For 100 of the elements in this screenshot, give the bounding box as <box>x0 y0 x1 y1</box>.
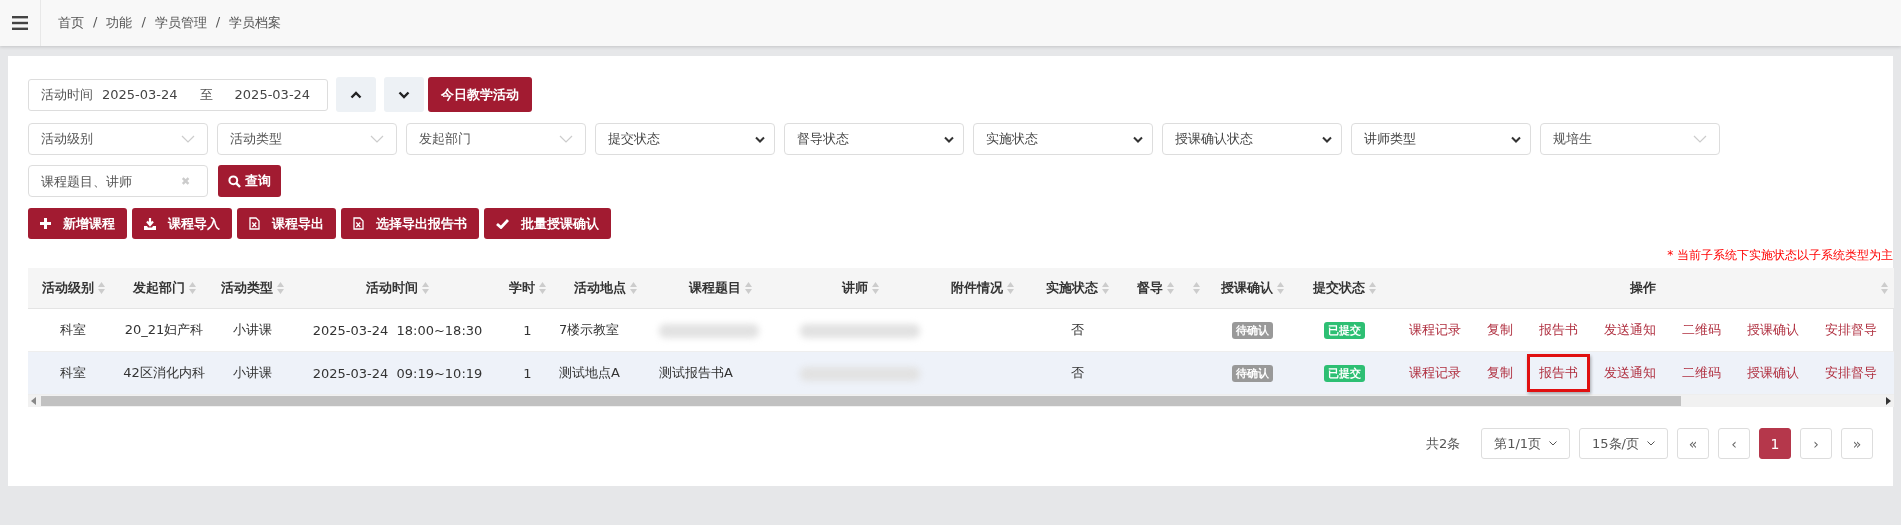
column-header[interactable]: 讲师 <box>841 279 868 297</box>
page-select[interactable]: 第1/1页 <box>1481 428 1571 459</box>
action-link[interactable]: 发送通知 <box>1600 360 1660 386</box>
table-cell: 测试报告书A <box>659 365 733 380</box>
table-cell: 1 <box>523 322 532 338</box>
today-activities-button[interactable]: 今日教学活动 <box>428 77 532 112</box>
breadcrumb-separator: / <box>141 14 146 31</box>
confirm-button[interactable]: 批量授课确认 <box>484 208 611 239</box>
spreadsheet-file-icon <box>249 217 260 230</box>
add-button[interactable]: 新增课程 <box>28 208 127 239</box>
export-button[interactable]: 课程导出 <box>237 208 336 239</box>
filter-select[interactable]: 督导状态 <box>784 123 964 155</box>
previous-day-button[interactable] <box>336 77 376 112</box>
date-range-field[interactable]: 活动时间 2025-03-24 至 2025-03-24 <box>28 78 328 111</box>
chevron-up-icon <box>350 90 362 99</box>
table-cell: 小讲课 <box>233 365 272 380</box>
action-link[interactable]: 授课确认 <box>1743 317 1803 343</box>
filter-dropdown[interactable]: 规培生 <box>1540 123 1720 155</box>
sort-icon[interactable] <box>188 282 196 294</box>
breadcrumb-item[interactable]: 首页 <box>58 14 84 32</box>
table-cell: 2025-03-24 09:19~10:19 <box>312 365 483 381</box>
filter-dropdown[interactable]: 活动级别 <box>28 123 208 155</box>
table-cell: 小讲课 <box>233 322 272 337</box>
page-size-select[interactable]: 15条/页 <box>1579 428 1668 459</box>
sort-icon[interactable] <box>97 282 105 294</box>
action-link[interactable]: 发送通知 <box>1600 317 1660 343</box>
action-link[interactable]: 安排督导 <box>1821 317 1881 343</box>
page-button[interactable]: « <box>1677 428 1709 459</box>
breadcrumb-separator: / <box>93 14 98 31</box>
chevron-down-icon <box>755 135 765 143</box>
page-button[interactable]: 1 <box>1759 428 1791 459</box>
action-link[interactable]: 安排督导 <box>1821 360 1881 386</box>
column-header[interactable]: 活动时间 <box>366 279 418 297</box>
chevron-down-icon <box>559 135 573 143</box>
sort-icon[interactable] <box>539 282 546 294</box>
total-count: 共2条 <box>1425 434 1461 453</box>
action-link[interactable]: 复制 <box>1483 360 1517 386</box>
sort-icon[interactable] <box>1881 282 1888 294</box>
chevron-down-icon <box>370 135 384 143</box>
action-link[interactable]: 报告书 <box>1535 317 1582 343</box>
action-link[interactable]: 复制 <box>1483 317 1517 343</box>
table-cell: 否 <box>1071 322 1084 337</box>
breadcrumb-item[interactable]: 学员管理 <box>154 14 207 32</box>
table-cell: 42区消化内科 <box>123 365 205 380</box>
table-cell: 测试地点A <box>559 365 620 380</box>
check-icon <box>496 218 509 229</box>
sort-icon[interactable] <box>277 282 284 294</box>
table-cell: 科室 <box>60 365 86 380</box>
table-cell: 2025-03-24 18:00~18:30 <box>312 322 483 338</box>
filter-dropdown[interactable]: 活动类型 <box>217 123 397 155</box>
breadcrumb-item: 学员档案 <box>229 14 282 32</box>
action-link[interactable]: 二维码 <box>1678 360 1725 386</box>
chevron-down-icon <box>1133 135 1143 143</box>
filter-dropdown[interactable]: 发起部门 <box>406 123 586 155</box>
sort-icon[interactable] <box>744 282 752 294</box>
search-button[interactable]: 查询 <box>218 165 281 197</box>
action-link[interactable]: 报告书 <box>1527 354 1590 392</box>
page-button[interactable]: ‹ <box>1718 428 1750 459</box>
chevron-down-icon <box>1322 135 1332 143</box>
filter-select[interactable]: 提交状态 <box>595 123 775 155</box>
export-button[interactable]: 选择导出报告书 <box>341 208 479 239</box>
import-button[interactable]: 课程导入 <box>132 208 232 239</box>
sort-icon[interactable] <box>1102 282 1109 294</box>
action-link[interactable]: 课程记录 <box>1405 360 1465 386</box>
column-header[interactable]: 督导 <box>1136 279 1163 297</box>
status-tag: 已提交 <box>1324 321 1365 339</box>
column-header[interactable]: 操作 <box>1630 279 1656 297</box>
page-button[interactable]: › <box>1800 428 1832 459</box>
filter-select[interactable]: 授课确认状态 <box>1162 123 1342 155</box>
notice-text: * 当前子系统下实施状态以子系统类型为主 <box>1667 247 1893 264</box>
action-link[interactable]: 授课确认 <box>1743 360 1803 386</box>
sort-icon[interactable] <box>629 282 637 294</box>
sort-icon[interactable] <box>422 282 429 294</box>
sort-icon[interactable] <box>1166 282 1174 294</box>
spreadsheet-file-icon <box>353 217 364 230</box>
breadcrumb-item[interactable]: 功能 <box>106 14 133 32</box>
next-day-button[interactable] <box>384 77 424 112</box>
chevron-down-icon <box>398 90 410 99</box>
chevron-down-icon <box>181 135 195 143</box>
sort-icon[interactable] <box>871 282 879 294</box>
action-link[interactable]: 二维码 <box>1678 317 1725 343</box>
chevron-down-icon <box>1693 135 1707 143</box>
breadcrumb-separator: / <box>215 14 221 31</box>
page-button[interactable]: » <box>1841 428 1873 459</box>
chevron-down-icon <box>944 135 954 143</box>
filter-select[interactable]: 实施状态 <box>973 123 1153 155</box>
scroll-right-icon[interactable] <box>1885 397 1891 405</box>
sort-icon[interactable] <box>1192 282 1200 294</box>
plus-icon <box>40 218 51 229</box>
filter-select[interactable]: 讲师类型 <box>1351 123 1531 155</box>
column-header[interactable]: 课程题目 <box>688 279 741 297</box>
scroll-left-icon[interactable] <box>31 397 37 405</box>
sort-icon[interactable] <box>1369 282 1376 294</box>
sort-icon[interactable] <box>1276 282 1284 294</box>
status-tag: 待确认 <box>1231 364 1273 382</box>
status-tag: 待确认 <box>1231 321 1273 339</box>
sort-icon[interactable] <box>1007 282 1014 294</box>
horizontal-scrollbar[interactable] <box>28 395 1894 407</box>
menu-icon[interactable] <box>12 16 28 30</box>
action-link[interactable]: 课程记录 <box>1405 317 1465 343</box>
